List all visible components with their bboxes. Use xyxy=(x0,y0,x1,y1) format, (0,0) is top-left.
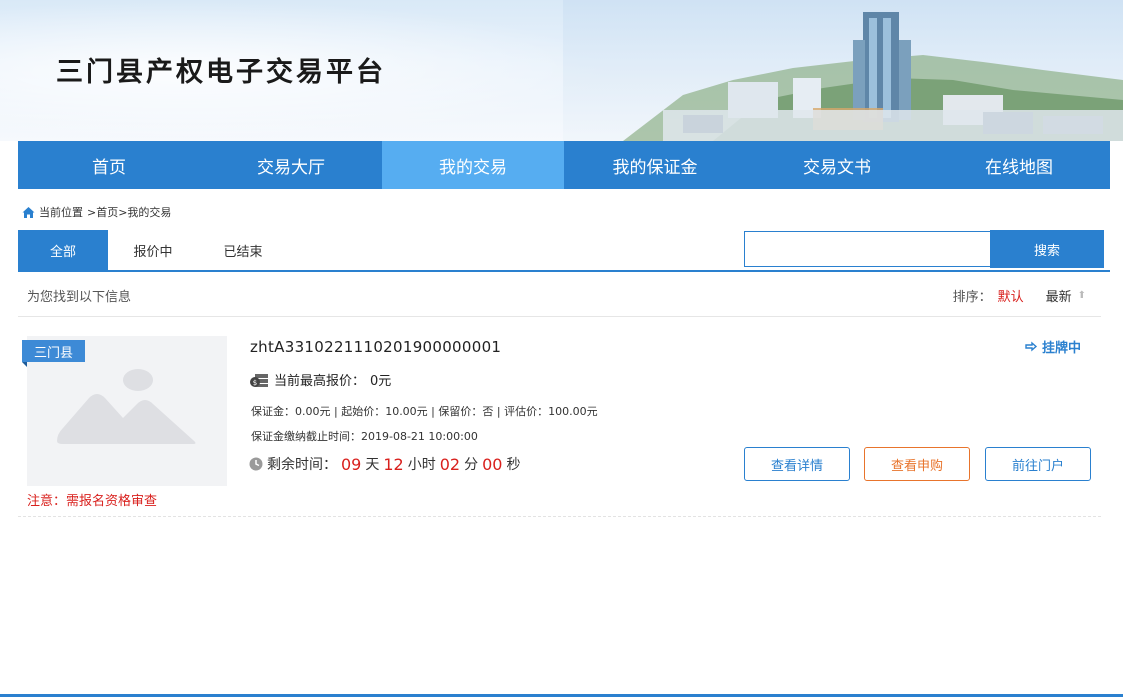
clock-icon xyxy=(249,457,263,471)
countdown-label: 剩余时间： xyxy=(267,457,337,473)
countdown-seconds-unit: 秒 xyxy=(506,457,521,473)
status-badge: 挂牌中 xyxy=(1025,337,1081,356)
result-bar: 为您找到以下信息 排序： 默认 最新 ⬆ xyxy=(18,276,1101,317)
main-nav: 首页 交易大厅 我的交易 我的保证金 交易文书 在线地图 xyxy=(18,141,1110,189)
notice-value: 需报名资格审查 xyxy=(66,494,158,509)
notice-text: 注意：需报名资格审查 xyxy=(27,490,157,509)
go-to-portal-button[interactable]: 前往门户 xyxy=(985,447,1091,481)
countdown-hours: 12 xyxy=(383,454,404,474)
breadcrumb-path[interactable]: >首页>我的交易 xyxy=(87,204,171,220)
result-summary: 为您找到以下信息 xyxy=(27,290,132,305)
listing-code[interactable]: zhtA3310221110201900000001 xyxy=(250,338,501,356)
countdown-days: 09 xyxy=(341,454,362,474)
deposit-deadline: 保证金缴纳截止时间：2019-08-21 10:00:00 xyxy=(251,430,478,443)
city-skyline-image xyxy=(563,0,1123,141)
nav-item-trade-documents[interactable]: 交易文书 xyxy=(746,141,928,189)
countdown-seconds: 00 xyxy=(482,454,503,474)
svg-text:$: $ xyxy=(253,379,257,387)
money-icon: $ xyxy=(250,373,268,387)
header-banner: 三门县产权电子交易平台 xyxy=(0,0,1123,141)
view-details-button[interactable]: 查看详情 xyxy=(744,447,850,481)
breadcrumb: 当前位置 >首页>我的交易 xyxy=(22,204,171,220)
nav-item-my-deposit[interactable]: 我的保证金 xyxy=(564,141,746,189)
countdown-hours-unit: 小时 xyxy=(407,457,436,473)
filter-tabs: 全部 报价中 已结束 搜索 xyxy=(18,230,1110,272)
countdown-minutes-unit: 分 xyxy=(464,457,479,473)
search-input[interactable] xyxy=(744,231,991,267)
listing-card: 三门县 注意：需报名资格审查 zhtA331022111020190000000… xyxy=(18,322,1101,517)
bid-label: 当前最高报价： xyxy=(274,374,366,389)
nav-item-online-map[interactable]: 在线地图 xyxy=(928,141,1110,189)
view-application-button[interactable]: 查看申购 xyxy=(864,447,970,481)
sort-default[interactable]: 默认 xyxy=(998,286,1024,305)
sort-latest[interactable]: 最新 xyxy=(1046,286,1072,305)
countdown-days-unit: 天 xyxy=(365,457,380,473)
tab-bidding[interactable]: 报价中 xyxy=(108,230,198,270)
price-info: 保证金：0.00元 | 起始价：10.00元 | 保留价：否 | 评估价：100… xyxy=(251,405,598,418)
sort-arrow-up-icon: ⬆ xyxy=(1077,290,1086,301)
nav-item-home[interactable]: 首页 xyxy=(18,141,200,189)
nav-item-trading-hall[interactable]: 交易大厅 xyxy=(200,141,382,189)
county-tag: 三门县 xyxy=(22,340,86,367)
current-bid: $ 当前最高报价： 0元 xyxy=(249,370,391,389)
tab-ended[interactable]: 已结束 xyxy=(198,230,288,270)
status-text: 挂牌中 xyxy=(1041,341,1081,356)
bid-value: 0元 xyxy=(370,374,392,389)
home-icon xyxy=(22,206,35,218)
pointing-hand-icon xyxy=(1025,341,1038,352)
search-button[interactable]: 搜索 xyxy=(990,230,1104,268)
site-title: 三门县产权电子交易平台 xyxy=(56,57,386,88)
countdown-timer: 剩余时间： 09 天 12 小时 02 分 00 秒 xyxy=(249,454,520,474)
notice-prefix: 注意： xyxy=(27,494,67,509)
sort-options: 排序： 默认 最新 ⬆ xyxy=(953,286,1086,305)
nav-item-my-trades[interactable]: 我的交易 xyxy=(382,141,564,189)
breadcrumb-label: 当前位置 xyxy=(39,206,83,219)
sort-label: 排序： xyxy=(952,290,992,305)
countdown-minutes: 02 xyxy=(439,454,461,474)
tab-all[interactable]: 全部 xyxy=(18,230,108,270)
